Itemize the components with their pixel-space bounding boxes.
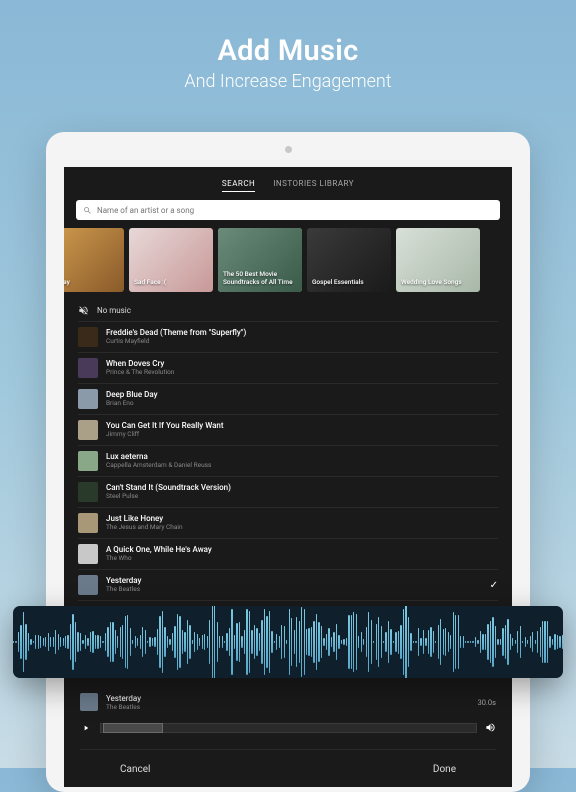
track-artist: Curtis Mayfield [106, 338, 498, 346]
track-artist: Prince & The Revolution [106, 369, 498, 377]
track-row[interactable]: A Quick One, While He's AwayThe Who [78, 538, 498, 569]
playlist-card[interactable]: Gospel Essentials [307, 228, 391, 292]
track-info: When Doves CryPrince & The Revolution [106, 359, 498, 376]
no-music-label: No music [97, 306, 131, 315]
no-music-row[interactable]: No music [64, 300, 512, 321]
track-info: Lux aeternaCappella Amsterdam & Daniel R… [106, 452, 498, 469]
volume-button[interactable] [485, 718, 496, 737]
volume-icon [485, 722, 496, 733]
track-artist: Brian Eno [106, 400, 498, 408]
track-title: Freddie's Dead (Theme from "Superfly") [106, 328, 498, 338]
track-thumb [78, 327, 98, 347]
track-thumb [78, 575, 98, 595]
search-row [64, 200, 512, 220]
hero-subtitle: And Increase Engagement [0, 71, 576, 92]
playlist-label: Wedding Love Songs [401, 279, 462, 287]
progress-bar[interactable] [100, 723, 477, 733]
track-row[interactable]: Deep Blue DayBrian Eno [78, 383, 498, 414]
track-thumb [78, 544, 98, 564]
track-row[interactable]: Lux aeternaCappella Amsterdam & Daniel R… [78, 445, 498, 476]
hero-header: Add Music And Increase Engagement [0, 0, 576, 92]
waveform-overlay[interactable] [13, 606, 563, 678]
tabs-row: SEARCH INSTORIES LIBRARY [64, 167, 512, 200]
track-artist: Cappella Amsterdam & Daniel Reuss [106, 462, 498, 470]
track-row[interactable]: You Can Get It If You Really WantJimmy C… [78, 414, 498, 445]
action-bar: Cancel Done [80, 749, 496, 775]
track-title: A Quick One, While He's Away [106, 545, 498, 555]
player-duration: 30.0s [478, 698, 497, 707]
track-info: Deep Blue DayBrian Eno [106, 390, 498, 407]
track-artist: The Jesus and Mary Chain [106, 524, 498, 532]
playlist-card[interactable]: Wedding Love Songs [396, 228, 480, 292]
tab-library[interactable]: INSTORIES LIBRARY [273, 179, 354, 192]
playlist-card[interactable]: The 50 Best Movie Soundtracks of All Tim… [218, 228, 302, 292]
track-row[interactable]: When Doves CryPrince & The Revolution [78, 352, 498, 383]
track-info: Can't Stand It (Soundtrack Version)Steel… [106, 483, 498, 500]
done-button[interactable]: Done [433, 764, 456, 775]
search-box[interactable] [76, 200, 500, 220]
track-artist: Steel Pulse [106, 493, 498, 501]
track-thumb [78, 389, 98, 409]
mute-icon [78, 305, 89, 316]
hero-title: Add Music [0, 34, 576, 68]
track-thumb [78, 482, 98, 502]
player-panel: Yesterday The Beatles 30.0s Cancel Done [64, 683, 512, 787]
track-artist: The Beatles [106, 586, 482, 594]
track-thumb [78, 451, 98, 471]
track-row[interactable]: Just Like HoneyThe Jesus and Mary Chain [78, 507, 498, 538]
check-icon: ✓ [490, 580, 498, 591]
playlist-label: p Replay [64, 279, 70, 287]
tracks-list: Freddie's Dead (Theme from "Superfly")Cu… [64, 321, 512, 631]
player-artist: The Beatles [106, 703, 470, 711]
track-artist: Jimmy Cliff [106, 431, 498, 439]
track-artist: The Who [106, 555, 498, 563]
playlist-label: Sad Face :( [134, 279, 166, 287]
playlist-card[interactable]: Sad Face :( [129, 228, 213, 292]
playlists-row[interactable]: p Replay Sad Face :( The 50 Best Movie Sou… [64, 220, 512, 300]
track-row[interactable]: Can't Stand It (Soundtrack Version)Steel… [78, 476, 498, 507]
progress-handle[interactable] [103, 723, 163, 733]
play-button[interactable] [80, 722, 92, 734]
search-input[interactable] [97, 206, 493, 215]
cancel-button[interactable]: Cancel [120, 764, 150, 775]
track-thumb [78, 420, 98, 440]
tablet-frame: SEARCH INSTORIES LIBRARY p Replay Sad Fac… [46, 132, 530, 792]
app-screen: SEARCH INSTORIES LIBRARY p Replay Sad Fac… [64, 167, 512, 787]
player-title: Yesterday [106, 694, 470, 703]
track-info: You Can Get It If You Really WantJimmy C… [106, 421, 498, 438]
playlist-label: The 50 Best Movie Soundtracks of All Tim… [223, 271, 297, 287]
playlist-label: Gospel Essentials [312, 279, 364, 287]
track-title: You Can Get It If You Really Want [106, 421, 498, 431]
track-thumb [78, 358, 98, 378]
playlist-card[interactable]: p Replay [64, 228, 124, 292]
track-info: YesterdayThe Beatles [106, 576, 482, 593]
play-icon [82, 724, 90, 732]
track-info: Freddie's Dead (Theme from "Superfly")Cu… [106, 328, 498, 345]
player-thumb [80, 693, 98, 711]
track-info: Just Like HoneyThe Jesus and Mary Chain [106, 514, 498, 531]
track-info: A Quick One, While He's AwayThe Who [106, 545, 498, 562]
waveform [13, 606, 563, 678]
tab-search[interactable]: SEARCH [222, 179, 255, 192]
track-title: Can't Stand It (Soundtrack Version) [106, 483, 498, 493]
playlist-bg [64, 228, 124, 292]
track-title: Deep Blue Day [106, 390, 498, 400]
track-title: Yesterday [106, 576, 482, 586]
tablet-camera [285, 146, 292, 153]
track-thumb [78, 513, 98, 533]
search-icon [83, 206, 92, 215]
track-row[interactable]: Freddie's Dead (Theme from "Superfly")Cu… [78, 321, 498, 352]
track-row[interactable]: YesterdayThe Beatles ✓ [78, 569, 498, 600]
